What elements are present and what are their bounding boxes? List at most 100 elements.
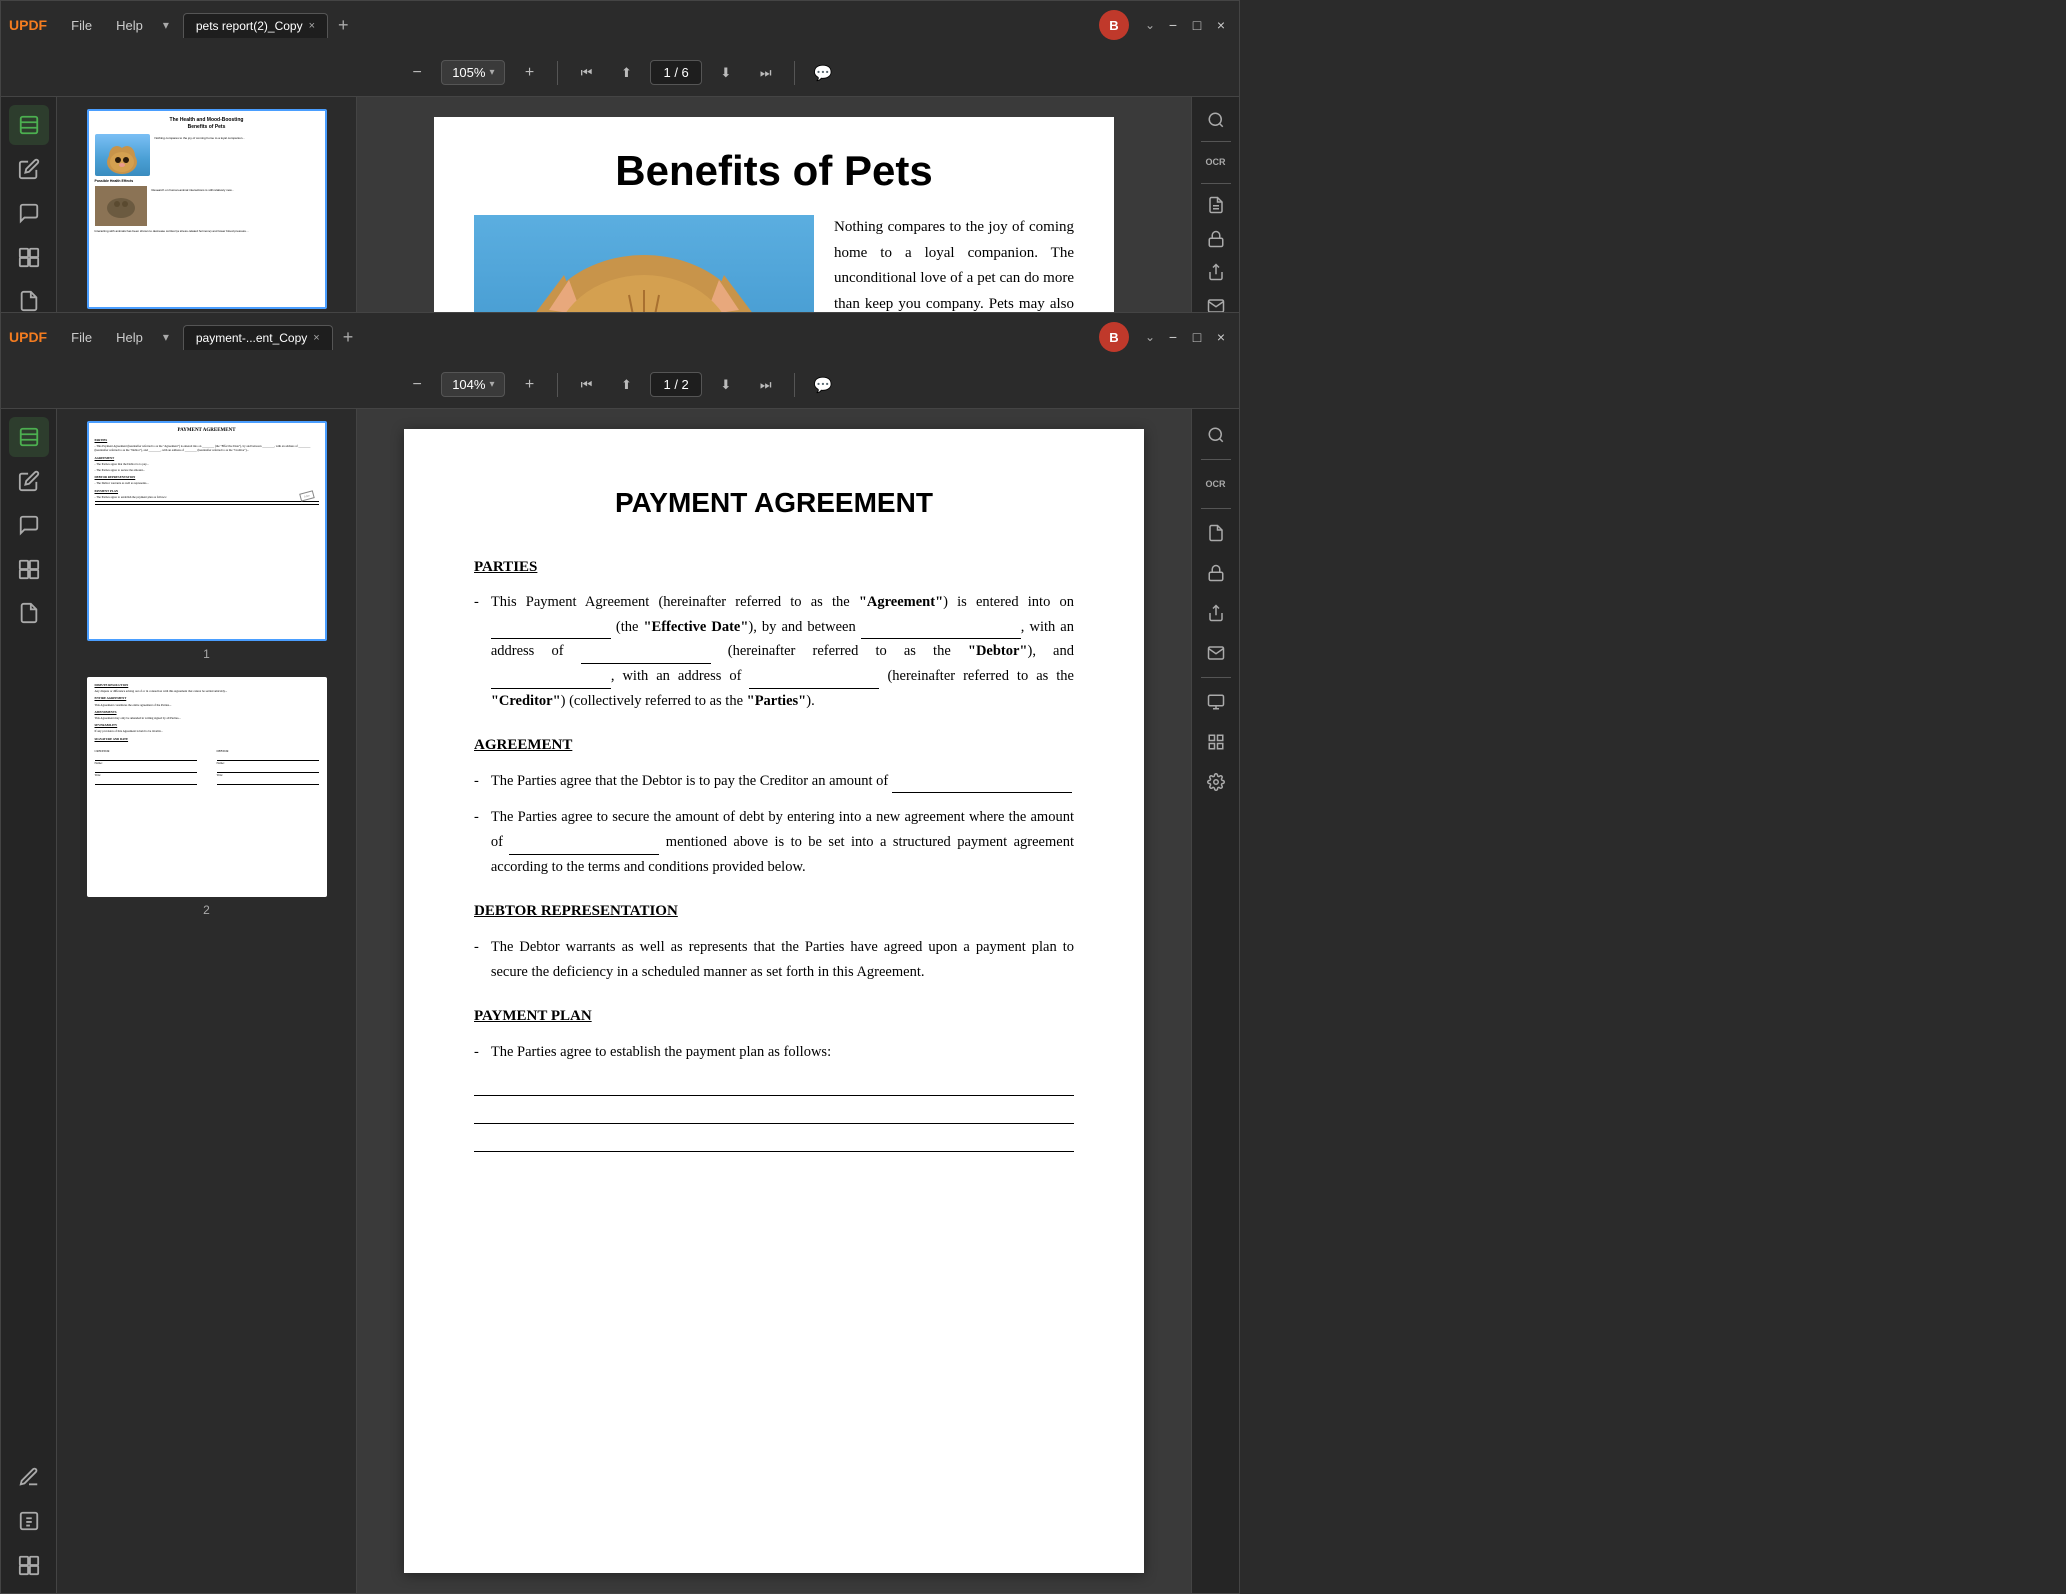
- party1-address-line: [581, 646, 711, 664]
- bottom-tab-close[interactable]: ×: [313, 332, 319, 344]
- top-zoom-in-btn[interactable]: +: [513, 57, 545, 89]
- top-side-icon-organize[interactable]: [9, 237, 49, 277]
- bottom-rt-lock[interactable]: [1198, 555, 1234, 591]
- bottom-thumb-1[interactable]: PAYMENT AGREEMENT PARTIES - This Payment…: [87, 421, 327, 661]
- bottom-side-icon-edit[interactable]: [9, 461, 49, 501]
- top-nav-last-btn[interactable]: ⏭: [750, 57, 782, 89]
- bottom-menu: File Help: [61, 326, 153, 349]
- bottom-right-tools: OCR: [1191, 409, 1239, 1593]
- parties-bullet: - This Payment Agreement (hereinafter re…: [474, 590, 1074, 713]
- bottom-rt-settings[interactable]: [1198, 764, 1234, 800]
- top-zoom-out-btn[interactable]: −: [401, 57, 433, 89]
- agr-dash1: -: [474, 769, 479, 794]
- top-side-icon-pages[interactable]: [9, 105, 49, 145]
- bottom-nav-first-btn[interactable]: ⏮: [570, 369, 602, 401]
- bottom-close-btn[interactable]: ×: [1211, 327, 1231, 347]
- bottom-side-icon-sign[interactable]: [9, 1457, 49, 1497]
- bottom-side-icon-pages[interactable]: [9, 417, 49, 457]
- top-maximize-btn[interactable]: □: [1187, 15, 1207, 35]
- top-dropdown-arrow[interactable]: ▾: [163, 18, 169, 32]
- top-zoom-display[interactable]: 105% ▾: [441, 60, 505, 85]
- payment-plan-bullet: - The Parties agree to establish the pay…: [474, 1040, 1074, 1065]
- bottom-rt-doc[interactable]: [1198, 515, 1234, 551]
- bottom-tab-add[interactable]: +: [337, 327, 360, 348]
- bottom-thumb-1-num: 1: [203, 647, 210, 661]
- top-comment-btn[interactable]: 💬: [807, 57, 839, 89]
- top-rt-doc[interactable]: [1198, 190, 1234, 220]
- top-rt-search[interactable]: [1198, 105, 1234, 135]
- bottom-side-icon-tools[interactable]: [9, 1545, 49, 1585]
- agreement-bold: "Agreement": [859, 594, 943, 610]
- bottom-zoom-in-btn[interactable]: +: [513, 369, 545, 401]
- bottom-comment-btn[interactable]: 💬: [807, 369, 839, 401]
- bottom-zoom-display[interactable]: 104% ▾: [441, 372, 505, 397]
- top-tab-close[interactable]: ×: [309, 20, 315, 32]
- bottom-dropdown-arrow[interactable]: ▾: [163, 330, 169, 344]
- bottom-rt-monitor[interactable]: [1198, 684, 1234, 720]
- bottom-minimize-btn[interactable]: −: [1163, 327, 1183, 347]
- bottom-nav-prev-btn[interactable]: ⬆: [610, 369, 642, 401]
- top-nav-first-btn[interactable]: ⏮: [570, 57, 602, 89]
- bottom-zoom-arrow[interactable]: ▾: [489, 379, 494, 390]
- top-tabs-overflow[interactable]: ⌄: [1141, 18, 1159, 32]
- top-rt-sep1: [1201, 141, 1231, 142]
- bottom-tab-active[interactable]: payment-...ent_Copy ×: [183, 325, 333, 350]
- bottom-toolbar: − 104% ▾ + ⏮ ⬆ 1 / 2 ⬇ ⏭ 💬: [1, 361, 1239, 409]
- parties-bold: "Parties": [747, 693, 807, 709]
- bottom-side-icon-doc[interactable]: [9, 593, 49, 633]
- bottom-content-area: PAYMENT AGREEMENT PARTIES - This Payment…: [1, 409, 1239, 1593]
- top-minimize-btn[interactable]: −: [1163, 15, 1183, 35]
- top-thumb-1-img: The Health and Mood-BoostingBenefits of …: [87, 109, 327, 309]
- bottom-rt-share[interactable]: [1198, 595, 1234, 631]
- top-rt-ocr[interactable]: OCR: [1198, 148, 1234, 178]
- bottom-rt-sep1: [1201, 459, 1231, 460]
- top-help-menu[interactable]: Help: [106, 14, 153, 37]
- bottom-rt-mail[interactable]: [1198, 635, 1234, 671]
- top-tab-active[interactable]: pets report(2)_Copy ×: [183, 13, 328, 38]
- parties-dash: -: [474, 590, 479, 713]
- top-close-btn[interactable]: ×: [1211, 15, 1231, 35]
- bottom-thumb-2[interactable]: DISPUTE RESOLUTION Any dispute or differ…: [87, 677, 327, 917]
- top-nav-next-btn[interactable]: ⬇: [710, 57, 742, 89]
- bottom-rt-ocr[interactable]: OCR: [1198, 466, 1234, 502]
- top-side-icon-comment[interactable]: [9, 193, 49, 233]
- bottom-side-icon-comment[interactable]: [9, 505, 49, 545]
- bottom-doc-view[interactable]: PAYMENT AGREEMENT PARTIES - This Payment…: [357, 409, 1191, 1593]
- secured-amount-line: [509, 837, 659, 855]
- top-zoom-arrow[interactable]: ▾: [489, 67, 494, 78]
- top-nav-prev-btn[interactable]: ⬆: [610, 57, 642, 89]
- bottom-rt-search[interactable]: [1198, 417, 1234, 453]
- bottom-thumb-2-img: DISPUTE RESOLUTION Any dispute or differ…: [87, 677, 327, 897]
- top-doc-view[interactable]: Benefits of Pets: [357, 97, 1191, 329]
- bottom-side-icon-organize[interactable]: [9, 549, 49, 589]
- bottom-user-avatar[interactable]: B: [1099, 322, 1129, 352]
- bottom-thumb-1-img: PAYMENT AGREEMENT PARTIES - This Payment…: [87, 421, 327, 641]
- top-page-display[interactable]: 1 / 6: [650, 60, 701, 85]
- top-rt-share[interactable]: [1198, 258, 1234, 288]
- debtor-rep-bullet: - The Debtor warrants as well as represe…: [474, 935, 1074, 984]
- top-file-menu[interactable]: File: [61, 14, 102, 37]
- payment-line-1: [474, 1076, 1074, 1096]
- top-side-icon-edit[interactable]: [9, 149, 49, 189]
- bottom-help-menu[interactable]: Help: [106, 326, 153, 349]
- bottom-sep1: [557, 373, 558, 397]
- party2-address-line: [749, 671, 879, 689]
- top-thumb-1[interactable]: The Health and Mood-BoostingBenefits of …: [87, 109, 327, 309]
- top-thumb-panel: The Health and Mood-BoostingBenefits of …: [57, 97, 357, 329]
- bottom-file-menu[interactable]: File: [61, 326, 102, 349]
- bottom-zoom-out-btn[interactable]: −: [401, 369, 433, 401]
- bottom-nav-last-btn[interactable]: ⏭: [750, 369, 782, 401]
- top-title-bar: UPDF File Help ▾ pets report(2)_Copy × +…: [1, 1, 1239, 49]
- top-rt-lock[interactable]: [1198, 224, 1234, 254]
- bottom-side-icon-stamp[interactable]: [9, 1501, 49, 1541]
- agr-text1: The Parties agree that the Debtor is to …: [491, 769, 1072, 794]
- bottom-nav-next-btn[interactable]: ⬇: [710, 369, 742, 401]
- top-toolbar: − 105% ▾ + ⏮ ⬆ 1 / 6 ⬇ ⏭ 💬: [1, 49, 1239, 97]
- top-tab-add[interactable]: +: [332, 15, 355, 36]
- bottom-rt-list[interactable]: [1198, 724, 1234, 760]
- bottom-page-display[interactable]: 1 / 2: [650, 372, 701, 397]
- bottom-maximize-btn[interactable]: □: [1187, 327, 1207, 347]
- top-tab-area: pets report(2)_Copy × +: [175, 13, 1087, 38]
- bottom-tabs-overflow[interactable]: ⌄: [1141, 330, 1159, 344]
- top-user-avatar[interactable]: B: [1099, 10, 1129, 40]
